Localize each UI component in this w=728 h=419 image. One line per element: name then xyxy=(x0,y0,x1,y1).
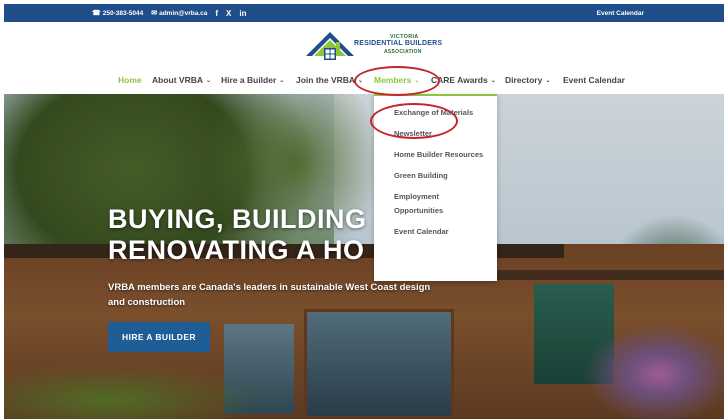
hero-subtext: VRBA members are Canada's leaders in sus… xyxy=(108,282,431,308)
nav-event-calendar[interactable]: Event Calendar xyxy=(563,71,625,89)
nav-about[interactable]: About VRBA ⌄ xyxy=(152,71,211,89)
annotation-circle-members xyxy=(354,66,440,96)
menu-item-employment-opportunities[interactable]: Employment Opportunities xyxy=(374,190,497,218)
nav-care-awards[interactable]: CARE Awards ⌄ xyxy=(431,71,496,89)
contact-info: ☎ 250-383-5044 ✉ admin@vrba.ca f X in xyxy=(92,4,246,22)
phone-number: 250-383-5044 xyxy=(102,9,144,17)
vrba-logo[interactable]: VICTORIA RESIDENTIAL BUILDERS ASSOCIATIO… xyxy=(304,28,444,62)
logo-line-3: ASSOCIATION xyxy=(384,49,422,55)
nav-join[interactable]: Join the VRBA ⌄ xyxy=(296,71,363,89)
chevron-down-icon: ⌄ xyxy=(545,77,551,84)
logo-line-2: RESIDENTIAL BUILDERS xyxy=(354,40,443,47)
hero-headline-line-2: RENOVATING A HO xyxy=(108,235,365,265)
email-link[interactable]: ✉ admin@vrba.ca xyxy=(151,9,208,18)
linkedin-icon[interactable]: in xyxy=(239,9,246,18)
phone-link[interactable]: ☎ 250-383-5044 xyxy=(92,9,144,18)
email-address: admin@vrba.ca xyxy=(159,9,208,17)
hero-banner: BUYING, BUILDING RENOVATING A HO VRBA me… xyxy=(4,94,724,419)
top-bar: ☎ 250-383-5044 ✉ admin@vrba.ca f X in Ev… xyxy=(4,4,724,22)
chevron-down-icon: ⌄ xyxy=(206,77,212,84)
mail-icon: ✉ xyxy=(151,10,158,17)
phone-icon: ☎ xyxy=(92,10,101,17)
nav-home[interactable]: Home xyxy=(118,71,142,89)
x-twitter-icon[interactable]: X xyxy=(226,9,231,18)
chevron-down-icon: ⌄ xyxy=(279,77,285,84)
annotation-circle-exchange xyxy=(370,103,458,139)
hire-a-builder-button[interactable]: HIRE A BUILDER xyxy=(108,322,210,352)
hero-headline-line-1: BUYING, BUILDING xyxy=(108,204,367,234)
menu-item-green-building[interactable]: Green Building xyxy=(374,169,497,183)
hero-headline: BUYING, BUILDING RENOVATING A HO xyxy=(108,204,367,266)
facebook-icon[interactable]: f xyxy=(215,9,218,18)
menu-item-event-calendar[interactable]: Event Calendar xyxy=(374,225,497,239)
nav-hire-builder[interactable]: Hire a Builder ⌄ xyxy=(221,71,284,89)
house-logo-icon xyxy=(306,32,354,60)
chevron-down-icon: ⌄ xyxy=(490,77,496,84)
menu-item-home-builder-resources[interactable]: Home Builder Resources xyxy=(374,148,497,162)
topbar-event-calendar-link[interactable]: Event Calendar xyxy=(597,10,644,17)
nav-directory[interactable]: Directory ⌄ xyxy=(505,71,550,89)
